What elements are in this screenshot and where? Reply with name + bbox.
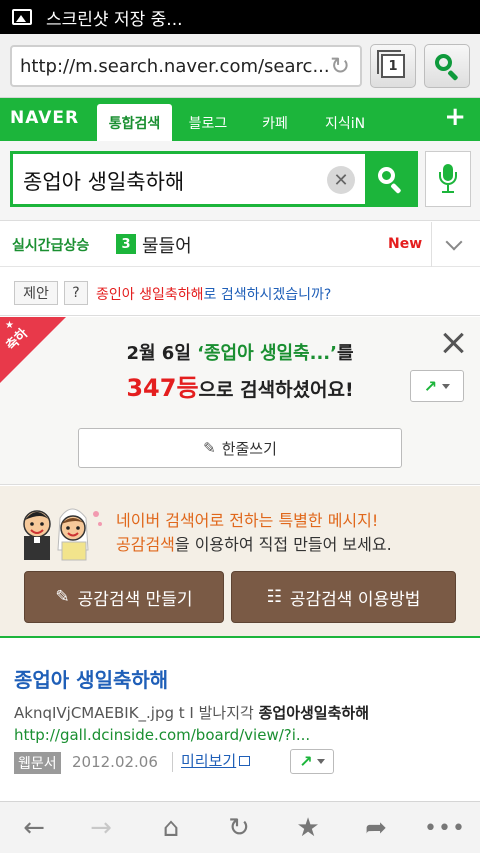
close-icon[interactable] <box>440 329 468 357</box>
preview-label: 미리보기 <box>181 752 237 770</box>
forward-icon[interactable]: → <box>84 812 118 844</box>
naver-nav: NAVER 통합검색 블로그 카페 지식iN + <box>0 98 480 141</box>
trending-keyword[interactable]: 물들어 <box>142 232 192 258</box>
back-icon[interactable]: ← <box>17 812 51 844</box>
search-query: 종업아 생일축하해 <box>23 170 185 194</box>
microphone-icon <box>439 164 457 194</box>
spelling-suggestion: 제안 ? 종인아 생일축하해로 검색하시겠습니까? <box>0 268 480 316</box>
browser-bottom-bar: ← → ⌂ ↻ ★ ➦ ••• <box>0 801 480 853</box>
celebration-card: ★ 축하 2월 6일 ‘종업아 생일축...’를 347등으로 검색하셨어요! … <box>0 317 480 485</box>
pencil-icon: ✎ <box>203 439 216 457</box>
voice-search-button[interactable] <box>425 151 471 207</box>
make-empathy-search-button[interactable]: ✎ 공감검색 만들기 <box>24 571 224 623</box>
result-type-badge: 웹문서 <box>14 752 61 774</box>
trending-rank-badge: 3 <box>116 234 136 254</box>
write-message-button[interactable]: ✎ 한줄쓰기 <box>78 428 402 468</box>
home-icon[interactable]: ⌂ <box>154 812 188 844</box>
snippet-highlight: 종업아생일축하해 <box>258 704 369 722</box>
realtime-trending[interactable]: 실시간급상승 3 물들어 New <box>0 222 480 267</box>
clear-icon[interactable]: ✕ <box>327 166 355 194</box>
caret-down-icon <box>442 383 451 389</box>
search-submit-button[interactable] <box>365 154 415 204</box>
help-icon[interactable]: ? <box>64 281 88 305</box>
suggestion-tag: 제안 <box>14 281 58 305</box>
empathy-howto-button[interactable]: ☷ 공감검색 이용방법 <box>231 571 456 623</box>
result-title[interactable]: 종업아 생일축하해 <box>14 664 168 693</box>
search-icon <box>434 53 460 82</box>
search-rank: 347등 <box>126 374 199 402</box>
empathy-highlight[interactable]: 공감검색 <box>116 535 175 554</box>
search-area: 종업아 생일축하해 ✕ <box>0 141 480 221</box>
tab-integrated-search[interactable]: 통합검색 <box>97 104 172 141</box>
tabs-icon: 1 <box>377 50 405 78</box>
share-icon: ↗ <box>299 752 313 771</box>
snippet-text: AknqIVjCMAEBIK_.jpg t I 발나지각 <box>14 704 259 722</box>
empathy-subline: 공감검색을 이용하여 직접 만들어 보세요. <box>116 531 392 555</box>
celebration-line-1: 2월 6일 ‘종업아 생일축...’를 <box>0 339 480 365</box>
browser-toolbar: http://m.search.naver.com/searc... ↻ 1 <box>0 34 480 98</box>
search-input[interactable]: 종업아 생일축하해 ✕ <box>10 151 418 207</box>
trending-label: 실시간급상승 <box>12 238 90 254</box>
browser-search-button[interactable] <box>424 44 470 88</box>
suggestion-link[interactable]: 종인아 생일축하해로 검색하시겠습니까? <box>96 284 331 304</box>
caret-down-icon <box>316 759 325 764</box>
result-date: 2012.02.06 <box>72 753 158 771</box>
tab-knowledge-in[interactable]: 지식iN <box>314 104 376 141</box>
divider <box>431 222 432 267</box>
url-field[interactable]: http://m.search.naver.com/searc... ↻ <box>10 45 362 87</box>
document-icon: ☷ <box>266 587 282 607</box>
reload-icon[interactable]: ↻ <box>328 54 352 78</box>
new-window-icon <box>239 755 251 766</box>
share-button[interactable]: ↗ <box>410 370 464 402</box>
write-button-label: 한줄쓰기 <box>221 439 277 458</box>
new-badge: New <box>388 236 423 252</box>
tab-blog[interactable]: 블로그 <box>180 104 236 141</box>
more-icon[interactable]: ••• <box>424 812 465 844</box>
search-icon <box>377 166 403 195</box>
url-text: http://m.search.naver.com/searc... <box>20 55 330 77</box>
couple-icon <box>23 508 102 561</box>
bookmark-star-icon[interactable]: ★ <box>291 812 325 844</box>
tab-cafe[interactable]: 카페 <box>248 104 302 141</box>
celebration-date: 2월 6일 <box>126 343 191 364</box>
divider <box>172 752 173 772</box>
nav-more-button[interactable]: + <box>444 102 466 132</box>
pencil-icon: ✎ <box>55 587 70 607</box>
celebration-line1-suffix: 를 <box>336 343 354 364</box>
suggestion-suffix: 로 검색하시겠습니까? <box>203 287 332 303</box>
share-icon: ↗ <box>423 376 438 396</box>
tabs-button[interactable]: 1 <box>370 44 416 88</box>
preview-link[interactable]: 미리보기 <box>181 750 251 771</box>
empathy-subline-rest: 을 이용하여 직접 만들어 보세요. <box>174 535 392 554</box>
result-url[interactable]: http://gall.dcinside.com/board/view/?i..… <box>14 726 310 744</box>
chevron-down-icon[interactable] <box>444 234 464 254</box>
status-notification: 스크린샷 저장 중... <box>46 9 183 30</box>
image-icon <box>12 9 32 25</box>
empathy-headline: 네이버 검색어로 전하는 특별한 메시지! <box>116 511 379 530</box>
empathy-search-promo: 네이버 검색어로 전하는 특별한 메시지! 공감검색을 이용하여 직접 만들어 … <box>0 486 480 638</box>
share-arrow-icon[interactable]: ➦ <box>359 812 393 844</box>
celebration-line2-suffix: 으로 검색하셨어요! <box>198 379 354 401</box>
make-button-label: 공감검색 만들기 <box>77 589 193 610</box>
refresh-icon[interactable]: ↻ <box>222 812 256 844</box>
naver-logo[interactable]: NAVER <box>10 108 79 128</box>
tab-count: 1 <box>388 58 398 74</box>
result-snippet: AknqIVjCMAEBIK_.jpg t I 발나지각 종업아생일축하해 <box>14 702 369 723</box>
result-share-button[interactable]: ↗ <box>290 749 334 774</box>
celebration-line-2: 347등으로 검색하셨어요! <box>0 368 480 403</box>
howto-button-label: 공감검색 이용방법 <box>289 589 421 610</box>
search-result: 종업아 생일축하해 AknqIVjCMAEBIK_.jpg t I 발나지각 종… <box>0 640 480 800</box>
suggested-query: 종인아 생일축하해 <box>96 287 204 303</box>
status-bar: 스크린샷 저장 중... <box>0 0 480 34</box>
celebration-query: ‘종업아 생일축...’ <box>197 343 337 364</box>
